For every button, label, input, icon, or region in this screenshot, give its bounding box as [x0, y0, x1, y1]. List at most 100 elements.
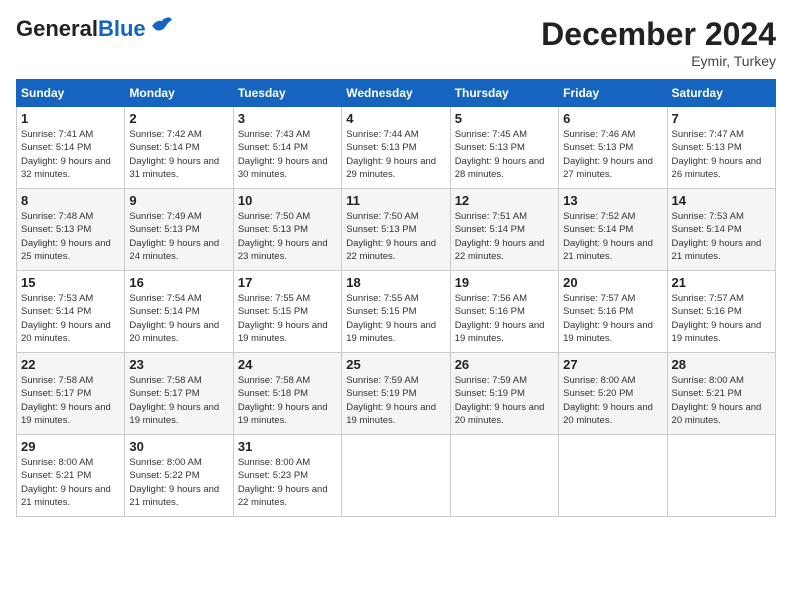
day-info: Sunrise: 7:56 AMSunset: 5:16 PMDaylight:…: [455, 292, 554, 345]
day-number: 14: [672, 193, 771, 208]
day-info: Sunrise: 7:52 AMSunset: 5:14 PMDaylight:…: [563, 210, 662, 263]
month-title: December 2024: [541, 16, 776, 53]
day-number: 29: [21, 439, 120, 454]
calendar-header-row: SundayMondayTuesdayWednesdayThursdayFrid…: [17, 80, 776, 107]
calendar-cell: 13Sunrise: 7:52 AMSunset: 5:14 PMDayligh…: [559, 189, 667, 271]
calendar-cell: 11 Sunrise: 7:50 AMSunset: 5:13 PMDayligh…: [342, 189, 450, 271]
calendar-cell: 12 Sunrise: 7:51 AMSunset: 5:14 PMDayligh…: [450, 189, 558, 271]
day-number: 10: [238, 193, 337, 208]
calendar-cell: 16 Sunrise: 7:54 AMSunset: 5:14 PMDayligh…: [125, 271, 233, 353]
calendar: SundayMondayTuesdayWednesdayThursdayFrid…: [16, 79, 776, 517]
calendar-cell: 31 Sunrise: 8:00 AMSunset: 5:23 PMDayligh…: [233, 435, 341, 517]
calendar-week-row: 29Sunrise: 8:00 AMSunset: 5:21 PMDayligh…: [17, 435, 776, 517]
day-number: 24: [238, 357, 337, 372]
weekday-header: Wednesday: [342, 80, 450, 107]
day-info: Sunrise: 7:58 AMSunset: 5:17 PMDaylight:…: [21, 374, 120, 427]
day-info: Sunrise: 7:53 AMSunset: 5:14 PMDaylight:…: [672, 210, 771, 263]
day-info: Sunrise: 7:55 AMSunset: 5:15 PMDaylight:…: [238, 292, 337, 345]
day-info: Sunrise: 7:59 AMSunset: 5:19 PMDaylight:…: [346, 374, 445, 427]
day-number: 19: [455, 275, 554, 290]
day-info: Sunrise: 7:48 AMSunset: 5:13 PMDaylight:…: [21, 210, 120, 263]
logo-general: General: [16, 16, 98, 41]
weekday-header: Monday: [125, 80, 233, 107]
calendar-week-row: 22 Sunrise: 7:58 AMSunset: 5:17 PMDayligh…: [17, 353, 776, 435]
calendar-cell: [559, 435, 667, 517]
day-number: 22: [21, 357, 120, 372]
day-info: Sunrise: 7:43 AMSunset: 5:14 PMDaylight:…: [238, 128, 337, 181]
day-number: 20: [563, 275, 662, 290]
logo-bird-icon: [150, 16, 172, 34]
calendar-week-row: 8 Sunrise: 7:48 AMSunset: 5:13 PMDaylight…: [17, 189, 776, 271]
calendar-cell: 5 Sunrise: 7:45 AMSunset: 5:13 PMDaylight…: [450, 107, 558, 189]
day-info: Sunrise: 7:55 AMSunset: 5:15 PMDaylight:…: [346, 292, 445, 345]
weekday-header: Tuesday: [233, 80, 341, 107]
calendar-cell: [342, 435, 450, 517]
calendar-cell: 9 Sunrise: 7:49 AMSunset: 5:13 PMDaylight…: [125, 189, 233, 271]
calendar-cell: 24 Sunrise: 7:58 AMSunset: 5:18 PMDayligh…: [233, 353, 341, 435]
calendar-cell: 3 Sunrise: 7:43 AMSunset: 5:14 PMDaylight…: [233, 107, 341, 189]
day-info: Sunrise: 7:49 AMSunset: 5:13 PMDaylight:…: [129, 210, 228, 263]
day-number: 15: [21, 275, 120, 290]
calendar-cell: 18 Sunrise: 7:55 AMSunset: 5:15 PMDayligh…: [342, 271, 450, 353]
calendar-cell: [450, 435, 558, 517]
calendar-cell: 6Sunrise: 7:46 AMSunset: 5:13 PMDaylight…: [559, 107, 667, 189]
logo-blue: Blue: [98, 16, 146, 41]
day-info: Sunrise: 8:00 AMSunset: 5:23 PMDaylight:…: [238, 456, 337, 509]
calendar-cell: 23 Sunrise: 7:58 AMSunset: 5:17 PMDayligh…: [125, 353, 233, 435]
calendar-cell: 30Sunrise: 8:00 AMSunset: 5:22 PMDayligh…: [125, 435, 233, 517]
calendar-cell: 21Sunrise: 7:57 AMSunset: 5:16 PMDayligh…: [667, 271, 775, 353]
day-number: 11: [346, 193, 445, 208]
day-info: Sunrise: 7:46 AMSunset: 5:13 PMDaylight:…: [563, 128, 662, 181]
day-info: Sunrise: 7:58 AMSunset: 5:17 PMDaylight:…: [129, 374, 228, 427]
location: Eymir, Turkey: [541, 53, 776, 69]
day-info: Sunrise: 8:00 AMSunset: 5:21 PMDaylight:…: [672, 374, 771, 427]
calendar-cell: 10Sunrise: 7:50 AMSunset: 5:13 PMDayligh…: [233, 189, 341, 271]
day-info: Sunrise: 7:53 AMSunset: 5:14 PMDaylight:…: [21, 292, 120, 345]
calendar-cell: 27Sunrise: 8:00 AMSunset: 5:20 PMDayligh…: [559, 353, 667, 435]
day-number: 12: [455, 193, 554, 208]
day-number: 8: [21, 193, 120, 208]
day-info: Sunrise: 8:00 AMSunset: 5:20 PMDaylight:…: [563, 374, 662, 427]
calendar-cell: 25Sunrise: 7:59 AMSunset: 5:19 PMDayligh…: [342, 353, 450, 435]
calendar-cell: 15 Sunrise: 7:53 AMSunset: 5:14 PMDayligh…: [17, 271, 125, 353]
weekday-header: Thursday: [450, 80, 558, 107]
day-info: Sunrise: 7:50 AMSunset: 5:13 PMDaylight:…: [346, 210, 445, 263]
day-info: Sunrise: 7:42 AMSunset: 5:14 PMDaylight:…: [129, 128, 228, 181]
day-number: 28: [672, 357, 771, 372]
day-number: 2: [129, 111, 228, 126]
day-number: 31: [238, 439, 337, 454]
calendar-cell: 17 Sunrise: 7:55 AMSunset: 5:15 PMDayligh…: [233, 271, 341, 353]
calendar-cell: 2 Sunrise: 7:42 AMSunset: 5:14 PMDaylight…: [125, 107, 233, 189]
day-number: 26: [455, 357, 554, 372]
calendar-cell: 7 Sunrise: 7:47 AMSunset: 5:13 PMDaylight…: [667, 107, 775, 189]
day-info: Sunrise: 7:44 AMSunset: 5:13 PMDaylight:…: [346, 128, 445, 181]
day-info: Sunrise: 7:47 AMSunset: 5:13 PMDaylight:…: [672, 128, 771, 181]
calendar-cell: 1Sunrise: 7:41 AMSunset: 5:14 PMDaylight…: [17, 107, 125, 189]
day-info: Sunrise: 7:58 AMSunset: 5:18 PMDaylight:…: [238, 374, 337, 427]
day-info: Sunrise: 7:51 AMSunset: 5:14 PMDaylight:…: [455, 210, 554, 263]
calendar-cell: 26 Sunrise: 7:59 AMSunset: 5:19 PMDayligh…: [450, 353, 558, 435]
day-number: 7: [672, 111, 771, 126]
day-info: Sunrise: 7:59 AMSunset: 5:19 PMDaylight:…: [455, 374, 554, 427]
day-number: 18: [346, 275, 445, 290]
calendar-cell: 20 Sunrise: 7:57 AMSunset: 5:16 PMDayligh…: [559, 271, 667, 353]
day-info: Sunrise: 7:45 AMSunset: 5:13 PMDaylight:…: [455, 128, 554, 181]
title-block: December 2024 Eymir, Turkey: [541, 16, 776, 69]
day-number: 30: [129, 439, 228, 454]
day-info: Sunrise: 7:54 AMSunset: 5:14 PMDaylight:…: [129, 292, 228, 345]
weekday-header: Friday: [559, 80, 667, 107]
day-number: 23: [129, 357, 228, 372]
day-number: 9: [129, 193, 228, 208]
day-number: 5: [455, 111, 554, 126]
day-number: 3: [238, 111, 337, 126]
day-number: 16: [129, 275, 228, 290]
day-info: Sunrise: 7:57 AMSunset: 5:16 PMDaylight:…: [563, 292, 662, 345]
page-header: GeneralBlue December 2024 Eymir, Turkey: [16, 16, 776, 69]
logo-text: GeneralBlue: [16, 16, 146, 42]
calendar-cell: 28 Sunrise: 8:00 AMSunset: 5:21 PMDayligh…: [667, 353, 775, 435]
weekday-header: Sunday: [17, 80, 125, 107]
day-number: 17: [238, 275, 337, 290]
day-info: Sunrise: 7:41 AMSunset: 5:14 PMDaylight:…: [21, 128, 120, 181]
calendar-cell: 22 Sunrise: 7:58 AMSunset: 5:17 PMDayligh…: [17, 353, 125, 435]
logo: GeneralBlue: [16, 16, 172, 42]
